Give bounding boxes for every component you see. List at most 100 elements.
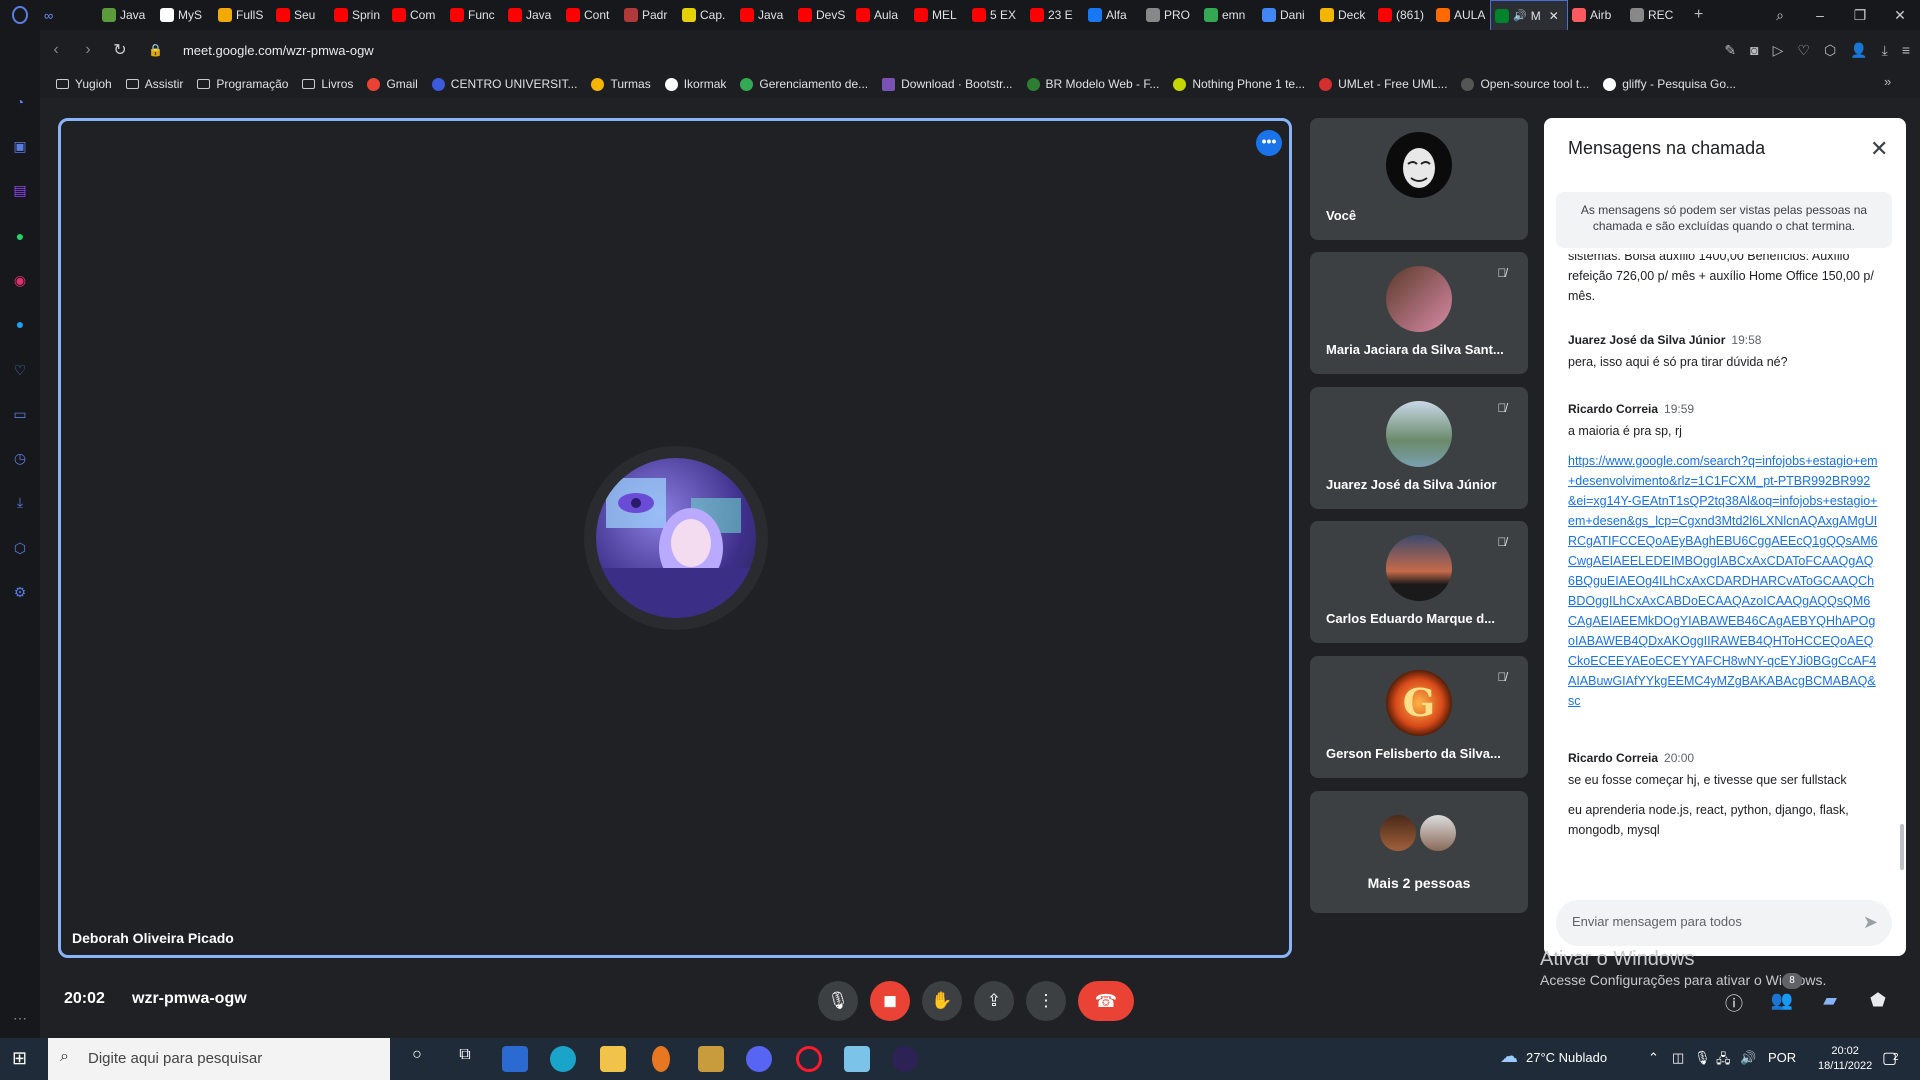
send-icon[interactable]: ➤	[1863, 912, 1878, 933]
messages-icon[interactable]: ▭	[10, 404, 30, 424]
tab-workspaces[interactable]: ∞	[40, 0, 98, 30]
bookmark-item[interactable]: Livros	[302, 77, 353, 91]
speed-dial-icon[interactable]: ◔	[10, 92, 30, 112]
edit-icon[interactable]: ✎	[1724, 42, 1736, 59]
browser-tab[interactable]: Deck	[1316, 0, 1374, 30]
people-icon[interactable]: 👥	[1770, 990, 1794, 1014]
notepad-icon[interactable]	[844, 1046, 870, 1072]
windows-start-icon[interactable]: ⊞	[12, 1048, 34, 1070]
participant-tile[interactable]: 🎙̸ Carlos Eduardo Marque d...	[1310, 521, 1528, 643]
bookmark-item[interactable]: Turmas	[591, 77, 651, 91]
heart-icon[interactable]: ♡	[1797, 42, 1810, 59]
weather-text[interactable]: 27°C Nublado	[1526, 1050, 1607, 1065]
browser-tab[interactable]: 23 E	[1026, 0, 1084, 30]
taskbar-clock[interactable]: 20:02 18/11/2022	[1818, 1044, 1872, 1074]
tab-close-icon[interactable]: ✕	[1549, 9, 1559, 23]
minimize-button[interactable]: –	[1800, 7, 1840, 23]
browser-tab[interactable]: Airb	[1568, 0, 1626, 30]
participant-tile[interactable]: Você	[1310, 118, 1528, 240]
camera-icon[interactable]: ◙	[1750, 42, 1758, 59]
browser-tab[interactable]: MyS	[156, 0, 214, 30]
activities-icon[interactable]: ⬟	[1866, 990, 1890, 1014]
profile-icon[interactable]: 👤	[1850, 42, 1867, 59]
whatsapp-icon[interactable]: ●	[10, 226, 30, 246]
extensions-icon[interactable]: ⬡	[10, 538, 30, 558]
chat-scrollbar[interactable]	[1900, 824, 1904, 870]
store-icon[interactable]	[502, 1046, 528, 1072]
bookmark-item[interactable]: Gmail	[367, 77, 418, 91]
bookmark-item[interactable]: Open-source tool t...	[1461, 77, 1589, 91]
close-chat-button[interactable]: ✕	[1870, 136, 1888, 162]
cortana-icon[interactable]: ○	[404, 1046, 430, 1072]
browser-tab[interactable]: Java	[504, 0, 562, 30]
browser-tab[interactable]: Cap.	[678, 0, 736, 30]
participant-tile[interactable]: 🎙̸ Juarez José da Silva Júnior	[1310, 387, 1528, 509]
browser-tab[interactable]: REC	[1626, 0, 1684, 30]
browser-tab[interactable]: Aula	[852, 0, 910, 30]
microphone-app-icon[interactable]	[652, 1046, 670, 1072]
browser-tab[interactable]: Dani	[1258, 0, 1316, 30]
downloads-icon[interactable]: ⤓	[10, 492, 30, 512]
bookmark-item[interactable]: UMLet - Free UML...	[1319, 77, 1447, 91]
history-icon[interactable]: ◷	[10, 448, 30, 468]
more-bookmarks-icon[interactable]: »	[1884, 74, 1891, 89]
browser-tab[interactable]: Func	[446, 0, 504, 30]
forward-button[interactable]: ›	[72, 41, 104, 59]
info-icon[interactable]: ⓘ	[1722, 990, 1746, 1014]
leave-call-button[interactable]: ☎	[1078, 981, 1134, 1021]
league-icon[interactable]	[698, 1046, 724, 1072]
participant-tile[interactable]: 🎙̸ Maria Jaciara da Silva Sant...	[1310, 252, 1528, 374]
browser-tab[interactable]: Cont	[562, 0, 620, 30]
more-people-tile[interactable]: Mais 2 pessoas	[1310, 791, 1528, 913]
opera-taskbar-icon[interactable]	[796, 1046, 822, 1072]
close-window-button[interactable]: ✕	[1880, 7, 1920, 24]
browser-tab[interactable]: emn	[1200, 0, 1258, 30]
camera-off-button[interactable]: ◼	[870, 981, 910, 1021]
taskbar-search[interactable]: ⌕ Digite aqui para pesquisar	[48, 1038, 390, 1080]
chat-input[interactable]: Enviar mensagem para todos ➤	[1556, 900, 1892, 946]
cube-icon[interactable]: ⬡	[1824, 42, 1836, 59]
browser-tab[interactable]: Com	[388, 0, 446, 30]
new-tab-button[interactable]: +	[1684, 6, 1713, 24]
discord-icon[interactable]	[746, 1046, 772, 1072]
raise-hand-button[interactable]: ✋	[922, 981, 962, 1021]
present-button[interactable]: ⇪	[974, 981, 1014, 1021]
bookmark-item[interactable]: CENTRO UNIVERSIT...	[431, 77, 577, 91]
bookmark-item[interactable]: Assistir	[125, 77, 183, 91]
browser-tab[interactable]: DevS	[794, 0, 852, 30]
browser-tab[interactable]: (861)	[1374, 0, 1432, 30]
bookmark-item[interactable]: Nothing Phone 1 te...	[1173, 77, 1305, 91]
chat-messages[interactable]: sistemas. Bolsa auxílio 1400,00 Benefíci…	[1544, 254, 1906, 874]
browser-tab[interactable]: Padr	[620, 0, 678, 30]
url-field[interactable]: meet.google.com/wzr-pmwa-ogw	[183, 43, 374, 58]
browser-tab[interactable]: MEL	[910, 0, 968, 30]
tile-options-button[interactable]: •••	[1256, 130, 1282, 156]
opera-icon[interactable]	[0, 0, 40, 30]
send-icon[interactable]: ▷	[1773, 42, 1784, 59]
settings-icon[interactable]: ⚙	[10, 582, 30, 602]
bookmark-item[interactable]: Gerenciamento de...	[740, 77, 868, 91]
twitch-icon[interactable]: ▤	[10, 180, 30, 200]
file-explorer-icon[interactable]	[600, 1046, 626, 1072]
participant-tile[interactable]: G 🎙̸ Gerson Felisberto da Silva...	[1310, 656, 1528, 778]
bookmark-item[interactable]: Download · Bootstr...	[882, 77, 1013, 91]
browser-tab[interactable]: PRO	[1142, 0, 1200, 30]
browser-tab[interactable]: Sprin	[330, 0, 388, 30]
bookmark-item[interactable]: Yugioh	[56, 77, 112, 91]
bag-icon[interactable]: ▣	[10, 136, 30, 156]
tray-chevron-icon[interactable]: ⌃	[1648, 1050, 1659, 1066]
bookmark-item[interactable]: BR Modelo Web - F...	[1026, 77, 1159, 91]
reload-button[interactable]: ↻	[104, 40, 136, 60]
browser-tab[interactable]: FullS	[214, 0, 272, 30]
browser-tab[interactable]: 5 EX	[968, 0, 1026, 30]
back-button[interactable]: ‹	[40, 41, 72, 59]
browser-tab[interactable]: Java	[98, 0, 156, 30]
browser-tab[interactable]: Java	[736, 0, 794, 30]
tab-meet-active[interactable]: 🔊 M ✕	[1490, 0, 1568, 30]
menu-icon[interactable]: ≡	[1902, 42, 1910, 59]
browser-tab[interactable]: AULA	[1432, 0, 1490, 30]
network-icon[interactable]: 🖧	[1716, 1050, 1731, 1072]
browser-tab[interactable]: Seu	[272, 0, 330, 30]
more-options-button[interactable]: ⋮	[1026, 981, 1066, 1021]
instagram-icon[interactable]: ◉	[10, 270, 30, 290]
